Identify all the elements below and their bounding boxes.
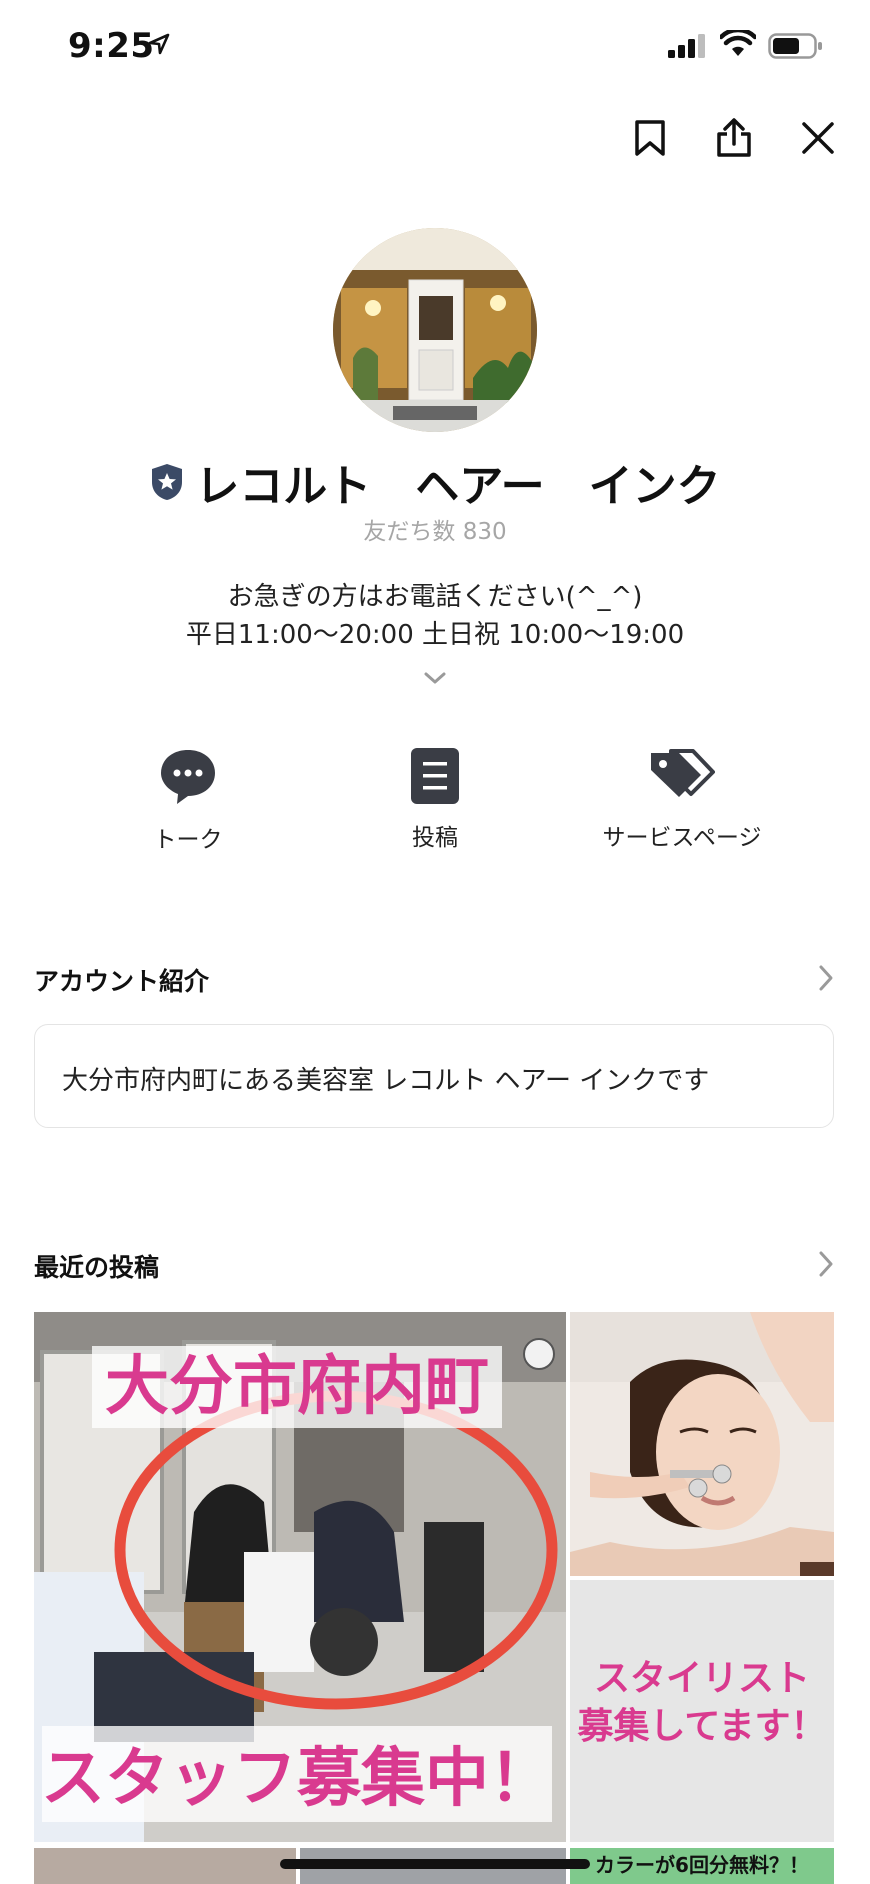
recent-posts-title: 最近の投稿	[34, 1253, 160, 1282]
bookmark-icon	[635, 120, 665, 156]
post-document-icon	[411, 748, 459, 804]
status-time: 9:25	[68, 26, 155, 66]
stylist-caption-line2: 募集してます！	[576, 1705, 826, 1747]
location-arrow-icon	[148, 33, 170, 55]
chat-bubble-icon	[161, 750, 215, 804]
battery-icon	[768, 33, 822, 59]
status-message: お急ぎの方はお電話ください(^_^) 平日11:00〜20:00 土日祝 10:…	[185, 582, 685, 650]
post-tile-stylist[interactable]: スタイリスト 募集してます！	[570, 1580, 834, 1842]
chevron-right-icon[interactable]	[816, 1249, 836, 1279]
tags-icon	[651, 749, 715, 797]
wifi-icon	[720, 30, 756, 56]
bookmark-button[interactable]	[620, 108, 680, 168]
stylist-recruit-image: スタイリスト 募集してます！	[570, 1580, 834, 1842]
posts-button[interactable]: 投稿	[335, 748, 535, 852]
color-campaign-image: カラーが6回分無料？！	[570, 1848, 834, 1884]
share-button[interactable]	[704, 108, 764, 168]
post-tile-partial-1[interactable]	[34, 1848, 296, 1884]
close-button[interactable]	[788, 108, 848, 168]
share-icon	[717, 118, 751, 157]
post-tile-color[interactable]: カラーが6回分無料？！	[570, 1848, 834, 1884]
stylist-caption-line1: スタイリスト	[594, 1657, 810, 1699]
cellular-signal-icon	[668, 34, 705, 58]
chevron-down-icon[interactable]	[420, 668, 450, 688]
facial-treatment-image	[570, 1312, 834, 1576]
profile-avatar[interactable]	[333, 228, 537, 432]
verified-badge-icon	[152, 464, 183, 500]
salon-interior-image: 大分市府内町 スタッフ募集中！	[34, 1312, 566, 1842]
post-headline-bottom: スタッフ募集中！	[41, 1741, 553, 1816]
chevron-right-icon[interactable]	[816, 963, 836, 993]
posts-label: 投稿	[412, 825, 458, 851]
post-headline-top: 大分市府内町	[105, 1349, 489, 1424]
talk-label: トーク	[153, 827, 223, 853]
post-tile-facial[interactable]	[570, 1312, 834, 1576]
post-tile-recruit[interactable]: 大分市府内町 スタッフ募集中！	[34, 1312, 566, 1842]
color-campaign-caption: カラーが6回分無料？！	[595, 1853, 809, 1877]
service-page-label: サービスページ	[602, 825, 762, 851]
account-name-row: レコルト ヘアー インク	[0, 450, 870, 514]
intro-section-title: アカウント紹介	[34, 967, 210, 996]
salon-storefront-image	[333, 228, 537, 432]
talk-button[interactable]: トーク	[88, 748, 288, 854]
close-icon	[802, 122, 834, 154]
account-name: レコルト ヘアー インク	[195, 461, 721, 512]
intro-text: 大分市府内町にある美容室 レコルト ヘアー インクです	[62, 1066, 710, 1096]
home-indicator[interactable]	[280, 1859, 590, 1869]
friends-count: 友だち数 830	[363, 519, 507, 545]
service-page-button[interactable]: サービスページ	[582, 748, 782, 852]
